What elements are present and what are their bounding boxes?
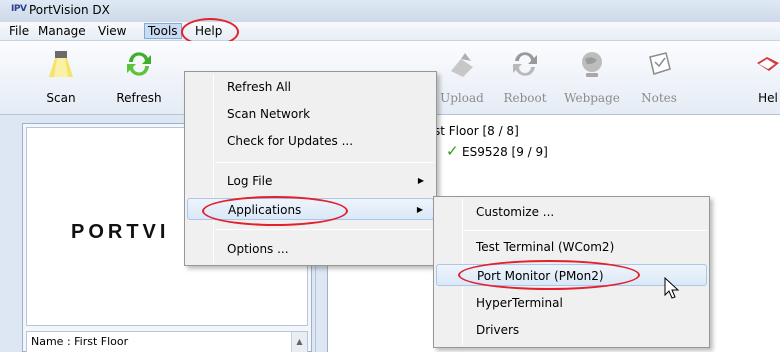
menu-manage[interactable]: Manage: [38, 24, 86, 40]
check-icon: ✓: [446, 142, 459, 160]
window-title: PortVision DX: [29, 3, 110, 17]
reboot-button[interactable]: Reboot: [499, 41, 551, 115]
scan-label: Scan: [46, 91, 76, 105]
menu-separator: [464, 230, 707, 231]
mouse-pointer-icon: [664, 277, 680, 299]
scan-button[interactable]: Scan: [40, 41, 82, 115]
menu-item-label: Scan Network: [227, 107, 311, 121]
refresh-button[interactable]: Refresh: [112, 41, 166, 115]
help-button[interactable]: Hel: [748, 41, 780, 115]
refresh-icon: [127, 52, 151, 76]
tree-item-floor[interactable]: st Floor [8 / 8]: [434, 124, 519, 138]
logo-text: PORTVI: [71, 221, 170, 243]
scan-icon: [49, 51, 73, 77]
notes-button[interactable]: Notes: [634, 41, 684, 115]
menu-item-label: HyperTerminal: [476, 296, 563, 310]
menu-separator: [215, 162, 434, 163]
menu-item-customize[interactable]: Customize ...: [436, 201, 707, 223]
menu-item-drivers[interactable]: Drivers: [436, 319, 707, 341]
menu-item-label: Port Monitor (PMon2): [477, 269, 604, 283]
menu-bar: File Manage View Tools Help: [0, 22, 780, 41]
menu-item-label: Refresh All: [227, 80, 292, 94]
menu-item-label: Options ...: [227, 242, 289, 256]
webpage-button[interactable]: Webpage: [561, 41, 623, 115]
menu-separator: [215, 229, 434, 230]
webpage-label: Webpage: [564, 91, 620, 105]
reboot-icon: [513, 52, 537, 76]
upload-icon: [451, 53, 473, 77]
menu-item-label: Customize ...: [476, 205, 555, 219]
tree-item-device[interactable]: ES9528 [9 / 9]: [462, 145, 548, 159]
app-window: IPV PortVision DX File Manage View Tools…: [0, 0, 780, 352]
tools-menu: Refresh All Scan Network Check for Updat…: [184, 71, 437, 266]
menu-item-label: Applications: [228, 203, 302, 217]
notes-icon: [649, 52, 671, 75]
menu-item-applications[interactable]: Applications ▶: [187, 198, 434, 220]
help-label: Hel: [758, 91, 778, 105]
menu-help[interactable]: Help: [195, 24, 222, 40]
help-icon: [757, 57, 779, 71]
menu-view[interactable]: View: [98, 24, 126, 40]
app-icon: IPV: [11, 4, 27, 14]
submenu-arrow-icon: ▶: [417, 176, 424, 185]
menu-item-label: Log File: [227, 174, 273, 188]
reboot-label: Reboot: [503, 91, 547, 105]
name-field-text: Name : First Floor: [31, 335, 129, 348]
menu-item-scan-network[interactable]: Scan Network: [187, 103, 434, 125]
submenu-arrow-icon: ▶: [416, 205, 423, 214]
applications-menu: Customize ... Test Terminal (WCom2) Port…: [433, 196, 710, 348]
upload-button[interactable]: Upload: [437, 41, 487, 115]
scroll-up-icon[interactable]: ▲: [291, 332, 307, 352]
menu-item-log-file[interactable]: Log File ▶: [187, 170, 434, 192]
notes-label: Notes: [641, 91, 677, 105]
menu-item-options[interactable]: Options ...: [187, 238, 434, 260]
menu-item-test-terminal[interactable]: Test Terminal (WCom2): [436, 236, 707, 258]
menu-tools[interactable]: Tools: [144, 23, 182, 39]
refresh-label: Refresh: [116, 91, 162, 105]
menu-item-label: Drivers: [476, 323, 520, 337]
webpage-icon: [582, 52, 602, 77]
menu-item-label: Test Terminal (WCom2): [476, 240, 615, 254]
menu-file[interactable]: File: [9, 24, 29, 40]
menu-item-refresh-all[interactable]: Refresh All: [187, 76, 434, 98]
menu-item-check-for-updates[interactable]: Check for Updates ...: [187, 130, 434, 152]
upload-label: Upload: [440, 91, 484, 105]
title-bar: IPV PortVision DX: [0, 0, 780, 22]
menu-item-label: Check for Updates ...: [227, 134, 354, 148]
name-field: Name : First Floor ▲: [26, 331, 308, 352]
